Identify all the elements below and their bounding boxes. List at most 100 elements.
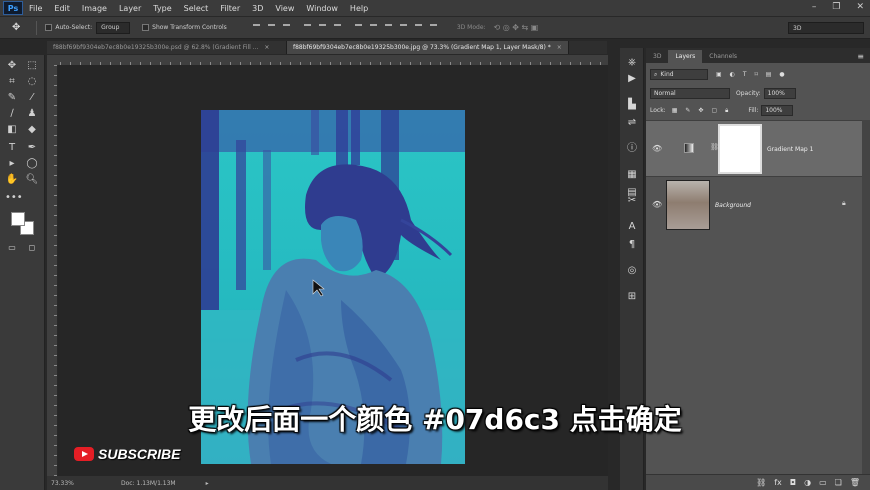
align-right-icon[interactable] xyxy=(333,24,341,31)
layer-name[interactable]: Gradient Map 1 xyxy=(767,146,813,153)
menu-filter[interactable]: Filter xyxy=(214,4,246,13)
zoom-tool-icon[interactable]: 🔍︎ xyxy=(25,173,39,187)
align-top-icon[interactable] xyxy=(252,24,260,31)
menu-file[interactable]: File xyxy=(23,4,48,13)
paint-bucket-tool-icon[interactable]: ◆ xyxy=(25,123,39,137)
link-layers-icon[interactable]: ⛓ xyxy=(756,478,766,487)
menu-help[interactable]: Help xyxy=(344,4,374,13)
layer-style-icon[interactable]: fx xyxy=(774,478,782,487)
info-icon[interactable]: ⓘ xyxy=(625,142,639,156)
menu-view[interactable]: View xyxy=(269,4,300,13)
path-select-tool-icon[interactable]: ▸ xyxy=(5,157,19,171)
new-adjustment-icon[interactable]: ◑ xyxy=(804,478,811,487)
filter-adjustment-icon[interactable]: ◐ xyxy=(730,71,735,78)
menu-select[interactable]: Select xyxy=(178,4,215,13)
stamp-tool-icon[interactable]: ♟ xyxy=(25,107,39,121)
crop-tool-icon[interactable]: ⌗ xyxy=(5,75,19,89)
paragraph-icon[interactable]: ¶ xyxy=(625,238,639,252)
menu-type[interactable]: Type xyxy=(147,4,177,13)
new-group-icon[interactable]: ▭ xyxy=(819,478,827,487)
history-icon[interactable]: ⎈ xyxy=(625,56,639,70)
lock-all-icon[interactable]: 🔒︎ xyxy=(725,107,728,115)
layer-comps-icon[interactable]: ⊞ xyxy=(625,290,639,304)
layer-row-background[interactable]: 👁︎ Background 🔒︎ xyxy=(646,176,862,233)
eyedropper-tool-icon[interactable]: ⁄ xyxy=(25,91,39,105)
layer-thumbnail[interactable] xyxy=(666,180,710,230)
quick-mask-icon[interactable]: ▭ xyxy=(5,241,19,255)
properties-sliders-icon[interactable]: ⇌ xyxy=(625,116,639,130)
lock-position-icon[interactable]: ✥ xyxy=(698,107,703,114)
menu-layer[interactable]: Layer xyxy=(113,4,147,13)
filter-pixel-icon[interactable]: ▣ xyxy=(716,71,722,78)
distribute-middle-icon[interactable] xyxy=(369,24,377,31)
auto-select-dropdown[interactable]: Group xyxy=(96,21,131,34)
eraser-tool-icon[interactable]: ◧ xyxy=(5,123,19,137)
tab-3d[interactable]: 3D xyxy=(646,50,668,63)
distribute-top-icon[interactable] xyxy=(354,24,362,31)
align-middle-icon[interactable] xyxy=(267,24,275,31)
actions-play-icon[interactable]: ▶ xyxy=(625,72,639,86)
tab-psd-document[interactable]: f88bf69bf9304eb7ec8b0e19325b300e.psd @ 6… xyxy=(47,41,287,54)
tool-presets-icon[interactable]: ✂ xyxy=(625,194,639,208)
marquee-tool-icon[interactable]: ⬚ xyxy=(25,59,39,73)
panel-menu-icon[interactable]: ≡ xyxy=(857,52,864,61)
align-bottom-icon[interactable] xyxy=(282,24,290,31)
distribute-right-icon[interactable] xyxy=(429,24,437,31)
filter-kind-dropdown[interactable]: ⌕ Kind xyxy=(650,69,708,80)
fill-field[interactable]: 100% xyxy=(761,105,794,116)
blend-mode-dropdown[interactable]: Normal xyxy=(650,88,730,99)
distribute-bottom-icon[interactable] xyxy=(384,24,392,31)
hand-tool-icon[interactable]: ✋ xyxy=(5,173,19,187)
distribute-left-icon[interactable] xyxy=(399,24,407,31)
filter-toggle-icon[interactable]: ● xyxy=(779,71,784,78)
tab-channels[interactable]: Channels xyxy=(702,50,744,63)
tab-jpg-document[interactable]: f88bf69bf9304eb7ec8b0e19325b300e.jpg @ 7… xyxy=(287,41,569,54)
close-button[interactable]: ✕ xyxy=(856,2,864,12)
menu-3d[interactable]: 3D xyxy=(246,4,269,13)
lock-image-icon[interactable]: ✎ xyxy=(685,107,690,114)
move-tool-icon[interactable]: ✥ xyxy=(5,59,19,73)
filter-shape-icon[interactable]: ⌑ xyxy=(755,71,758,78)
zoom-level[interactable]: 73.33% xyxy=(51,480,111,487)
minimize-button[interactable]: – xyxy=(812,2,817,12)
visibility-eye-icon[interactable]: 👁︎ xyxy=(652,144,662,153)
lasso-tool-icon[interactable]: ◌ xyxy=(25,75,39,89)
libraries-icon[interactable]: ◎ xyxy=(625,264,639,278)
screen-mode-icon[interactable]: ◻ xyxy=(25,241,39,255)
horizontal-ruler[interactable] xyxy=(60,55,608,65)
distribute-center-icon[interactable] xyxy=(414,24,422,31)
layer-mask-thumbnail[interactable] xyxy=(718,124,762,174)
new-layer-icon[interactable]: ❏ xyxy=(835,478,842,487)
type-tool-icon[interactable]: T xyxy=(5,141,19,155)
more-tools-icon[interactable]: ••• xyxy=(5,191,23,205)
align-left-icon[interactable] xyxy=(303,24,311,31)
visibility-eye-icon[interactable]: 👁︎ xyxy=(652,200,662,209)
auto-select-checkbox[interactable] xyxy=(45,24,53,31)
menu-window[interactable]: Window xyxy=(300,4,344,13)
workspace-dropdown[interactable]: 3D xyxy=(788,22,864,34)
subscribe-badge[interactable]: SUBSCRIBE xyxy=(74,446,180,462)
ellipse-tool-icon[interactable]: ◯ xyxy=(25,157,39,171)
filter-type-icon[interactable]: T xyxy=(743,71,747,78)
layer-row-gradient-map[interactable]: 👁︎ ⛓ Gradient Map 1 xyxy=(646,120,862,177)
tab-close-icon[interactable]: × xyxy=(557,44,562,51)
move-tool-icon[interactable]: ✥ xyxy=(12,22,20,33)
tab-layers[interactable]: Layers xyxy=(668,50,703,63)
lock-transparent-icon[interactable]: ▦ xyxy=(672,107,678,114)
3d-rotate-icon[interactable]: ⟲ ◎ ✥ ⇆ ▣ xyxy=(494,23,539,32)
foreground-color-swatch[interactable] xyxy=(11,212,25,226)
status-menu-arrow[interactable]: ▸ xyxy=(206,480,209,487)
pen-tool-icon[interactable]: ✒ xyxy=(25,141,39,155)
menu-edit[interactable]: Edit xyxy=(48,4,76,13)
spot-heal-tool-icon[interactable]: ✎ xyxy=(5,91,19,105)
adjustments-icon[interactable]: ▙ xyxy=(625,98,639,112)
restore-button[interactable]: ❐ xyxy=(832,2,840,12)
delete-layer-icon[interactable]: 🗑 xyxy=(850,478,860,487)
filter-smart-object-icon[interactable]: ▤ xyxy=(766,71,772,78)
layer-name[interactable]: Background xyxy=(715,202,751,209)
add-mask-icon[interactable]: ◘ xyxy=(790,478,796,487)
opacity-field[interactable]: 100% xyxy=(763,88,796,99)
align-center-icon[interactable] xyxy=(318,24,326,31)
swatches-icon[interactable]: ▦ xyxy=(625,168,639,182)
character-icon[interactable]: A xyxy=(625,220,639,234)
